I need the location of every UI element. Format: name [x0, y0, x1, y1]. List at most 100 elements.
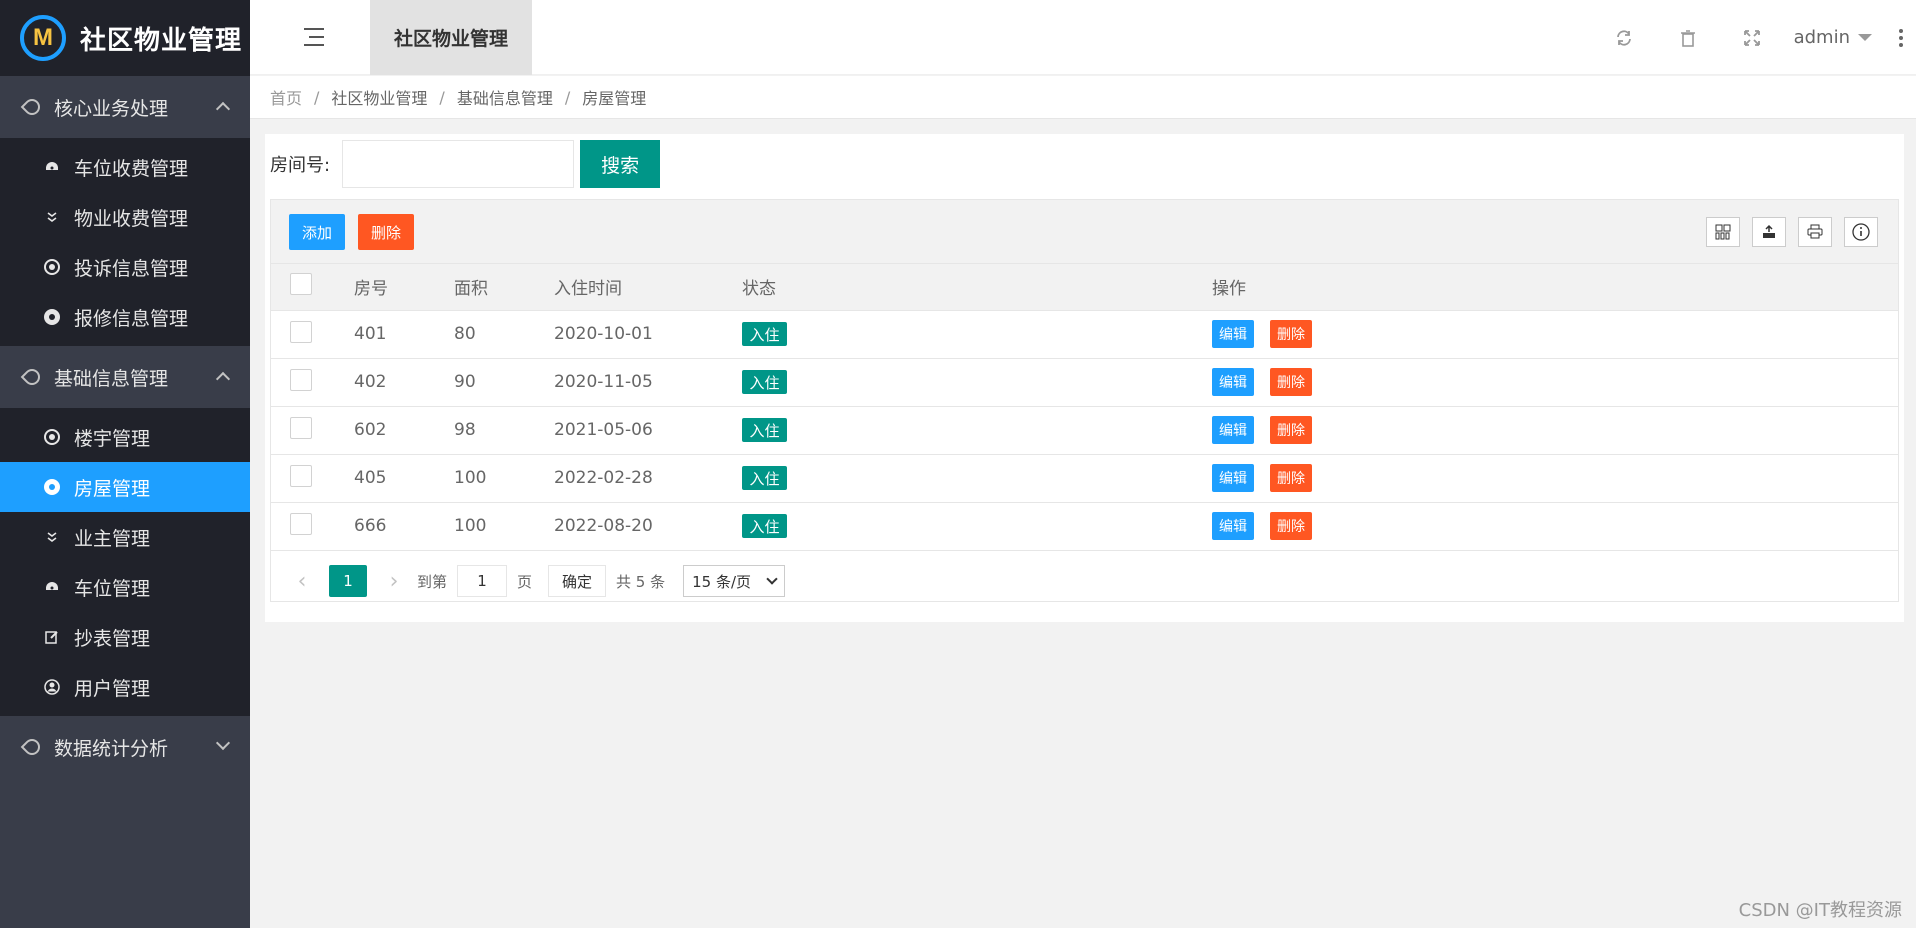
- edit-button[interactable]: 编辑: [1212, 368, 1254, 396]
- page-size-select[interactable]: 15 条/页: [683, 565, 786, 597]
- logo-icon: M: [20, 15, 66, 61]
- row-checkbox[interactable]: [290, 368, 312, 391]
- app-title: 社区物业管理: [80, 25, 243, 56]
- row-checkbox[interactable]: [290, 416, 312, 439]
- delete-button[interactable]: 删除: [1270, 512, 1312, 540]
- add-button[interactable]: 添加: [289, 214, 345, 250]
- sidebar-item-label: 用户管理: [74, 677, 151, 700]
- cell-area: 98: [453, 406, 553, 455]
- sidebar-item-label: 投诉信息管理: [74, 257, 189, 280]
- cell-room-no: 402: [353, 358, 453, 407]
- breadcrumb-item[interactable]: 社区物业管理: [331, 85, 427, 109]
- house-table: 房号 面积 入住时间 状态 操作 401 80 2020-10-01 入住 编辑…: [271, 264, 1898, 551]
- badge-icon: [44, 309, 60, 325]
- cell-actions: 编辑 删除: [1211, 406, 1898, 455]
- cell-checkin-date: 2020-11-05: [553, 358, 741, 407]
- cell-room-no: 666: [353, 502, 453, 551]
- cell-room-no: 401: [353, 310, 453, 359]
- content-card: 房间号: 搜索 添加 删除 房号 面积 入住时间 状态 操作 401 80 20…: [265, 134, 1904, 622]
- column-header: 房号: [353, 264, 453, 311]
- sidebar-item-parking-fee[interactable]: 车位收费管理: [0, 142, 250, 192]
- next-page-icon[interactable]: ›: [381, 569, 407, 594]
- sidebar-item-property-fee[interactable]: 物业收费管理: [0, 192, 250, 242]
- trash-icon[interactable]: [1656, 0, 1720, 75]
- refresh-icon[interactable]: [1592, 0, 1656, 75]
- breadcrumb-item[interactable]: 首页: [270, 85, 302, 109]
- sidebar-item-label: 车位管理: [74, 577, 151, 600]
- sidebar-item-repair[interactable]: 报修信息管理: [0, 292, 250, 342]
- caret-down-icon: [1858, 34, 1872, 41]
- more-icon[interactable]: [1886, 0, 1916, 75]
- goto-confirm-button[interactable]: 确定: [548, 565, 607, 597]
- double-chevron-icon: [44, 529, 60, 545]
- sidebar-item-building[interactable]: 楼宇管理: [0, 412, 250, 462]
- cell-state: 入住: [741, 358, 1211, 407]
- chevron-down-icon: [215, 735, 231, 751]
- batch-delete-button[interactable]: 删除: [358, 214, 414, 250]
- cell-state: 入住: [741, 310, 1211, 359]
- status-badge: 入住: [742, 466, 787, 490]
- delete-button[interactable]: 删除: [1270, 368, 1312, 396]
- target-icon: [44, 429, 60, 445]
- bubble-icon: [20, 95, 44, 119]
- room-number-input[interactable]: [342, 140, 575, 188]
- edit-button[interactable]: 编辑: [1212, 512, 1254, 540]
- prev-page-icon[interactable]: ‹: [289, 569, 315, 594]
- status-badge: 入住: [742, 418, 787, 442]
- menu-group-stats[interactable]: 数据统计分析: [0, 716, 250, 778]
- search-button[interactable]: 搜索: [580, 140, 661, 188]
- edit-button[interactable]: 编辑: [1212, 464, 1254, 492]
- cell-state: 入住: [741, 454, 1211, 503]
- logo-area[interactable]: M 社区物业管理: [0, 0, 250, 76]
- delete-button[interactable]: 删除: [1270, 464, 1312, 492]
- table-row: 602 98 2021-05-06 入住 编辑 删除: [271, 406, 1898, 455]
- breadcrumb-separator: /: [564, 87, 571, 107]
- user-menu[interactable]: admin: [1794, 27, 1872, 48]
- goto-page-input[interactable]: 1: [457, 565, 508, 597]
- goto-prefix: 到第: [417, 572, 448, 591]
- menu-toggle-icon[interactable]: [304, 28, 324, 46]
- current-page[interactable]: 1: [329, 565, 367, 597]
- dashboard-icon: [44, 159, 60, 175]
- sidebar-item-meter[interactable]: 抄表管理: [0, 612, 250, 662]
- goto-suffix: 页: [517, 572, 533, 591]
- table-row: 401 80 2020-10-01 入住 编辑 删除: [271, 310, 1898, 359]
- delete-button[interactable]: 删除: [1270, 320, 1312, 348]
- menu-group-label: 数据统计分析: [54, 737, 169, 760]
- header-tab[interactable]: 社区物业管理: [370, 0, 532, 75]
- row-select-cell: [271, 358, 353, 407]
- edit-button[interactable]: 编辑: [1212, 320, 1254, 348]
- fullscreen-icon[interactable]: [1720, 0, 1784, 75]
- select-all-checkbox[interactable]: [290, 273, 312, 296]
- print-icon[interactable]: [1798, 217, 1832, 247]
- table-row: 402 90 2020-11-05 入住 编辑 删除: [271, 358, 1898, 407]
- sidebar-item-label: 车位收费管理: [74, 157, 189, 180]
- row-select-cell: [271, 454, 353, 503]
- menu-group-core[interactable]: 核心业务处理: [0, 76, 250, 138]
- info-icon[interactable]: [1844, 217, 1878, 247]
- columns-icon[interactable]: [1706, 217, 1740, 247]
- table-row: 666 100 2022-08-20 入住 编辑 删除: [271, 502, 1898, 551]
- sidebar-item-complaint[interactable]: 投诉信息管理: [0, 242, 250, 292]
- row-checkbox[interactable]: [290, 512, 312, 535]
- row-checkbox[interactable]: [290, 320, 312, 343]
- sidebar-item-label: 楼宇管理: [74, 427, 151, 450]
- table-row: 405 100 2022-02-28 入住 编辑 删除: [271, 454, 1898, 503]
- column-header: 操作: [1211, 264, 1898, 311]
- sidebar-item-house[interactable]: 房屋管理: [0, 462, 250, 512]
- table-toolbar: 添加 删除: [271, 200, 1898, 264]
- total-count: 共 5 条: [616, 572, 666, 591]
- delete-button[interactable]: 删除: [1270, 416, 1312, 444]
- cell-actions: 编辑 删除: [1211, 454, 1898, 503]
- sidebar-item-user[interactable]: 用户管理: [0, 662, 250, 712]
- menu-group-label: 基础信息管理: [54, 367, 169, 390]
- breadcrumb-item[interactable]: 基础信息管理: [457, 85, 553, 109]
- menu-group-basic[interactable]: 基础信息管理: [0, 346, 250, 408]
- breadcrumb: 首页 / 社区物业管理 / 基础信息管理 / 房屋管理: [250, 76, 1916, 119]
- row-checkbox[interactable]: [290, 464, 312, 487]
- sidebar-item-owner[interactable]: 业主管理: [0, 512, 250, 562]
- sidebar-item-parking[interactable]: 车位管理: [0, 562, 250, 612]
- column-header: 入住时间: [553, 264, 741, 311]
- edit-button[interactable]: 编辑: [1212, 416, 1254, 444]
- export-icon[interactable]: [1752, 217, 1786, 247]
